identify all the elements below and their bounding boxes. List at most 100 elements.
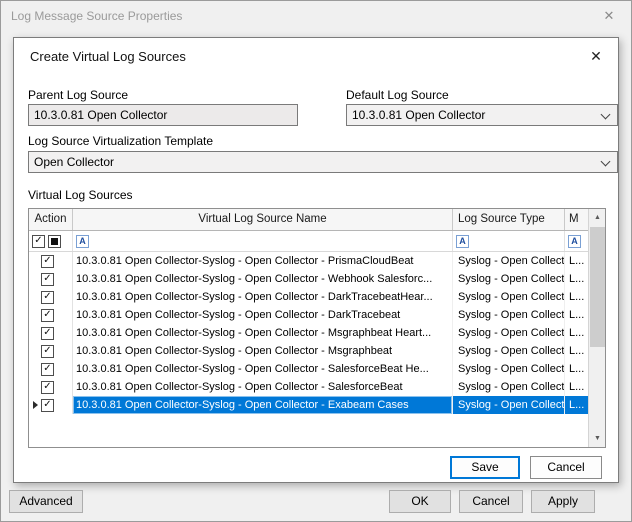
row-type: Syslog - Open Collect... [453, 324, 565, 342]
ok-button[interactable]: OK [389, 490, 451, 513]
row-action-cell: ✓ [29, 306, 73, 324]
row-type: Syslog - Open Collect... [453, 342, 565, 360]
vertical-scrollbar[interactable]: ▲ ▼ [588, 209, 605, 447]
row-checkbox[interactable]: ✓ [41, 399, 54, 412]
row-checkbox[interactable]: ✓ [41, 363, 54, 376]
row-indicator [29, 401, 41, 409]
row-action-cell: ✓ [29, 360, 73, 378]
check-icon: ✓ [43, 310, 51, 320]
scroll-up-icon[interactable]: ▲ [589, 209, 606, 226]
row-m: L... [565, 288, 588, 306]
table-row[interactable]: ✓ 10.3.0.81 Open Collector-Syslog - Open… [29, 324, 588, 342]
cancel-button[interactable]: Cancel [459, 490, 523, 513]
scrollbar-thumb[interactable] [590, 227, 605, 347]
row-checkbox[interactable]: ✓ [41, 255, 54, 268]
row-action-cell: ✓ [29, 378, 73, 396]
row-action-cell: ✓ [29, 252, 73, 270]
row-checkbox[interactable]: ✓ [41, 291, 54, 304]
row-name: 10.3.0.81 Open Collector-Syslog - Open C… [73, 324, 453, 342]
apply-button[interactable]: Apply [531, 490, 595, 513]
row-name: 10.3.0.81 Open Collector-Syslog - Open C… [73, 342, 453, 360]
template-label: Log Source Virtualization Template [28, 134, 213, 148]
select-all-checkbox[interactable]: ✓ [32, 235, 45, 248]
default-log-source-value: 10.3.0.81 Open Collector [352, 108, 485, 122]
table-row[interactable]: ✓ 10.3.0.81 Open Collector-Syslog - Open… [29, 252, 588, 270]
column-header-name[interactable]: Virtual Log Source Name [73, 209, 453, 230]
save-button[interactable]: Save [450, 456, 520, 479]
row-m: L... [565, 378, 588, 396]
parent-log-source-label: Parent Log Source [28, 88, 128, 102]
table-row[interactable]: ✓ 10.3.0.81 Open Collector-Syslog - Open… [29, 306, 588, 324]
default-log-source-label: Default Log Source [346, 88, 449, 102]
filter-a-icon[interactable]: A [76, 235, 89, 248]
check-icon: ✓ [43, 364, 51, 374]
row-m: L... [565, 324, 588, 342]
grid-filter-row: ✓ A A A [29, 231, 588, 252]
check-icon: ✓ [43, 382, 51, 392]
check-icon: ✓ [34, 236, 42, 246]
row-m: L... [565, 396, 588, 414]
template-combo[interactable]: Open Collector [28, 151, 618, 173]
row-m: L... [565, 270, 588, 288]
row-action-cell: ✓ [29, 396, 73, 414]
column-header-action[interactable]: Action [29, 209, 73, 230]
row-name: 10.3.0.81 Open Collector-Syslog - Open C… [73, 306, 453, 324]
row-type: Syslog - Open Collect... [453, 306, 565, 324]
row-action-cell: ✓ [29, 342, 73, 360]
row-m: L... [565, 252, 588, 270]
chevron-down-icon [601, 110, 611, 120]
row-type: Syslog - Open Collect... [453, 270, 565, 288]
row-action-cell: ✓ [29, 288, 73, 306]
table-row[interactable]: ✓ 10.3.0.81 Open Collector-Syslog - Open… [29, 378, 588, 396]
check-icon: ✓ [43, 328, 51, 338]
table-row-selected[interactable]: ✓ 10.3.0.81 Open Collector-Syslog - Open… [29, 396, 588, 414]
column-header-type[interactable]: Log Source Type [453, 209, 565, 230]
outer-window: Log Message Source Properties ✕ Create V… [0, 0, 632, 522]
dialog-close-icon[interactable]: ✕ [586, 46, 606, 66]
column-header-m[interactable]: M [565, 209, 588, 230]
row-checkbox[interactable]: ✓ [41, 309, 54, 322]
row-checkbox[interactable]: ✓ [41, 381, 54, 394]
dialog-cancel-button[interactable]: Cancel [530, 456, 602, 479]
row-checkbox[interactable]: ✓ [41, 345, 54, 358]
dialog-title: Create Virtual Log Sources [30, 49, 186, 64]
row-name: 10.3.0.81 Open Collector-Syslog - Open C… [73, 378, 453, 396]
table-row[interactable]: ✓ 10.3.0.81 Open Collector-Syslog - Open… [29, 288, 588, 306]
check-icon: ✓ [43, 400, 51, 410]
row-name: 10.3.0.81 Open Collector-Syslog - Open C… [73, 396, 453, 414]
row-m: L... [565, 306, 588, 324]
table-row[interactable]: ✓ 10.3.0.81 Open Collector-Syslog - Open… [29, 342, 588, 360]
table-row[interactable]: ✓ 10.3.0.81 Open Collector-Syslog - Open… [29, 270, 588, 288]
row-m: L... [565, 360, 588, 378]
row-m: L... [565, 342, 588, 360]
grid-content: Action Virtual Log Source Name Log Sourc… [29, 209, 588, 447]
row-type: Syslog - Open Collect... [453, 252, 565, 270]
row-action-cell: ✓ [29, 270, 73, 288]
row-name: 10.3.0.81 Open Collector-Syslog - Open C… [73, 360, 453, 378]
table-row[interactable]: ✓ 10.3.0.81 Open Collector-Syslog - Open… [29, 360, 588, 378]
row-type: Syslog - Open Collect... [453, 396, 565, 414]
default-log-source-combo[interactable]: 10.3.0.81 Open Collector [346, 104, 618, 126]
parent-log-source-field[interactable]: 10.3.0.81 Open Collector [28, 104, 298, 126]
check-icon: ✓ [43, 274, 51, 284]
filter-type-cell: A [453, 231, 565, 251]
title-bar: Log Message Source Properties ✕ [1, 1, 631, 31]
scroll-down-icon[interactable]: ▼ [589, 430, 606, 447]
virtual-log-sources-grid: Action Virtual Log Source Name Log Sourc… [28, 208, 606, 448]
row-indicator-icon [33, 401, 38, 409]
chevron-down-icon [601, 157, 611, 167]
row-type: Syslog - Open Collect... [453, 288, 565, 306]
check-icon: ✓ [43, 292, 51, 302]
row-checkbox[interactable]: ✓ [41, 327, 54, 340]
virtual-log-sources-label: Virtual Log Sources [28, 188, 133, 202]
close-icon[interactable]: ✕ [587, 1, 631, 31]
row-checkbox[interactable]: ✓ [41, 273, 54, 286]
indeterminate-square-icon[interactable] [48, 235, 61, 248]
filter-m-cell: A [565, 231, 588, 251]
row-name: 10.3.0.81 Open Collector-Syslog - Open C… [73, 252, 453, 270]
window-title: Log Message Source Properties [11, 9, 182, 23]
check-icon: ✓ [43, 346, 51, 356]
filter-a-icon[interactable]: A [568, 235, 581, 248]
filter-a-icon[interactable]: A [456, 235, 469, 248]
advanced-button[interactable]: Advanced [9, 490, 83, 513]
